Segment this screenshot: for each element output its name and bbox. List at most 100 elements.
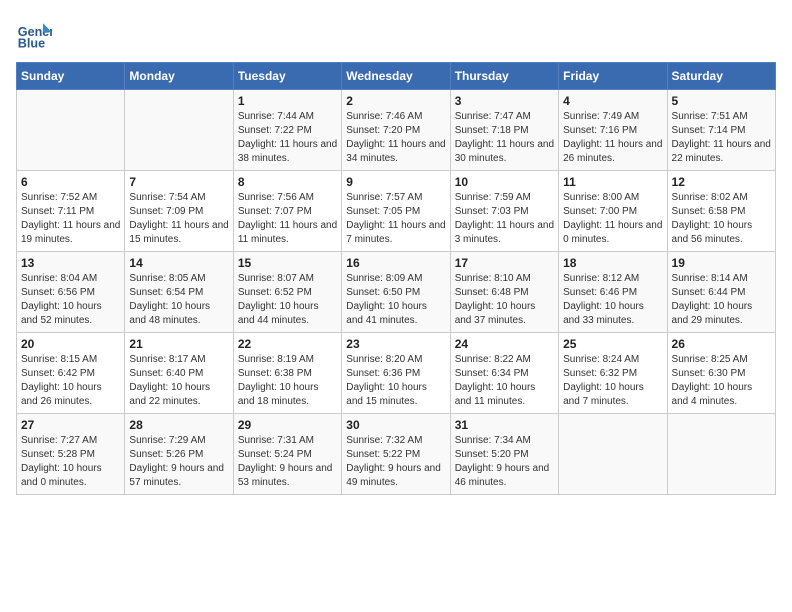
day-number: 24 <box>455 337 554 351</box>
calendar-week-3: 13Sunrise: 8:04 AM Sunset: 6:56 PM Dayli… <box>17 252 776 333</box>
day-number: 5 <box>672 94 771 108</box>
calendar-cell <box>17 90 125 171</box>
day-info: Sunrise: 8:07 AM Sunset: 6:52 PM Dayligh… <box>238 272 337 328</box>
weekday-header-wednesday: Wednesday <box>342 63 450 90</box>
logo: General Blue <box>16 16 52 52</box>
day-info: Sunrise: 8:00 AM Sunset: 7:00 PM Dayligh… <box>563 191 662 247</box>
weekday-header-friday: Friday <box>559 63 667 90</box>
day-info: Sunrise: 8:22 AM Sunset: 6:34 PM Dayligh… <box>455 353 554 409</box>
day-number: 26 <box>672 337 771 351</box>
calendar-week-1: 1 Sunrise: 7:44 AM Sunset: 7:22 PM Daylig… <box>17 90 776 171</box>
day-number: 2 <box>346 94 445 108</box>
calendar-cell: 9 Sunrise: 7:57 AM Sunset: 7:05 PM Daylig… <box>342 171 450 252</box>
day-info: Sunrise: 7:46 AM Sunset: 7:20 PM Dayligh… <box>346 110 445 166</box>
day-info: Sunrise: 8:25 AM Sunset: 6:30 PM Dayligh… <box>672 353 771 409</box>
day-number: 15 <box>238 256 337 270</box>
day-number: 29 <box>238 418 337 432</box>
calendar-cell: 29 Sunrise: 7:31 AM Sunset: 5:24 PM Dayli… <box>233 414 341 495</box>
day-number: 7 <box>129 175 228 189</box>
calendar-week-4: 20Sunrise: 8:15 AM Sunset: 6:42 PM Dayli… <box>17 333 776 414</box>
calendar-cell: 23Sunrise: 8:20 AM Sunset: 6:36 PM Dayli… <box>342 333 450 414</box>
day-info: Sunrise: 7:32 AM Sunset: 5:22 PM Dayligh… <box>346 434 445 490</box>
weekday-header-tuesday: Tuesday <box>233 63 341 90</box>
day-info: Sunrise: 8:10 AM Sunset: 6:48 PM Dayligh… <box>455 272 554 328</box>
calendar-cell: 4 Sunrise: 7:49 AM Sunset: 7:16 PM Daylig… <box>559 90 667 171</box>
day-number: 6 <box>21 175 120 189</box>
logo-icon: General Blue <box>16 16 52 52</box>
day-number: 31 <box>455 418 554 432</box>
calendar-cell: 27 Sunrise: 7:27 AM Sunset: 5:28 PM Dayli… <box>17 414 125 495</box>
calendar-cell <box>559 414 667 495</box>
day-number: 1 <box>238 94 337 108</box>
calendar-cell: 10 Sunrise: 7:59 AM Sunset: 7:03 PM Dayli… <box>450 171 558 252</box>
weekday-header-saturday: Saturday <box>667 63 775 90</box>
calendar-cell: 11 Sunrise: 8:00 AM Sunset: 7:00 PM Dayli… <box>559 171 667 252</box>
day-info: Sunrise: 8:17 AM Sunset: 6:40 PM Dayligh… <box>129 353 228 409</box>
day-number: 4 <box>563 94 662 108</box>
day-number: 12 <box>672 175 771 189</box>
calendar-cell: 13Sunrise: 8:04 AM Sunset: 6:56 PM Dayli… <box>17 252 125 333</box>
day-number: 21 <box>129 337 228 351</box>
calendar-week-2: 6 Sunrise: 7:52 AM Sunset: 7:11 PM Daylig… <box>17 171 776 252</box>
calendar-cell: 19 Sunrise: 8:14 AM Sunset: 6:44 PM Dayli… <box>667 252 775 333</box>
day-info: Sunrise: 7:49 AM Sunset: 7:16 PM Dayligh… <box>563 110 662 166</box>
calendar-cell: 25Sunrise: 8:24 AM Sunset: 6:32 PM Dayli… <box>559 333 667 414</box>
day-info: Sunrise: 7:34 AM Sunset: 5:20 PM Dayligh… <box>455 434 554 490</box>
calendar-cell: 14 Sunrise: 8:05 AM Sunset: 6:54 PM Dayli… <box>125 252 233 333</box>
calendar-cell: 18Sunrise: 8:12 AM Sunset: 6:46 PM Dayli… <box>559 252 667 333</box>
calendar-cell: 17 Sunrise: 8:10 AM Sunset: 6:48 PM Dayli… <box>450 252 558 333</box>
calendar-table: SundayMondayTuesdayWednesdayThursdayFrid… <box>16 62 776 495</box>
calendar-cell: 3Sunrise: 7:47 AM Sunset: 7:18 PM Daylig… <box>450 90 558 171</box>
day-number: 30 <box>346 418 445 432</box>
calendar-cell: 2 Sunrise: 7:46 AM Sunset: 7:20 PM Daylig… <box>342 90 450 171</box>
calendar-cell: 15 Sunrise: 8:07 AM Sunset: 6:52 PM Dayli… <box>233 252 341 333</box>
day-info: Sunrise: 8:09 AM Sunset: 6:50 PM Dayligh… <box>346 272 445 328</box>
calendar-cell: 7 Sunrise: 7:54 AM Sunset: 7:09 PM Daylig… <box>125 171 233 252</box>
calendar-cell: 31 Sunrise: 7:34 AM Sunset: 5:20 PM Dayli… <box>450 414 558 495</box>
calendar-cell <box>125 90 233 171</box>
day-number: 10 <box>455 175 554 189</box>
day-info: Sunrise: 7:31 AM Sunset: 5:24 PM Dayligh… <box>238 434 337 490</box>
calendar-cell: 30 Sunrise: 7:32 AM Sunset: 5:22 PM Dayli… <box>342 414 450 495</box>
day-info: Sunrise: 8:02 AM Sunset: 6:58 PM Dayligh… <box>672 191 771 247</box>
day-info: Sunrise: 7:29 AM Sunset: 5:26 PM Dayligh… <box>129 434 228 490</box>
day-number: 28 <box>129 418 228 432</box>
calendar-header: SundayMondayTuesdayWednesdayThursdayFrid… <box>17 63 776 90</box>
weekday-header-thursday: Thursday <box>450 63 558 90</box>
day-number: 20 <box>21 337 120 351</box>
day-number: 17 <box>455 256 554 270</box>
day-number: 19 <box>672 256 771 270</box>
day-info: Sunrise: 7:27 AM Sunset: 5:28 PM Dayligh… <box>21 434 120 490</box>
calendar-cell: 20Sunrise: 8:15 AM Sunset: 6:42 PM Dayli… <box>17 333 125 414</box>
day-info: Sunrise: 7:44 AM Sunset: 7:22 PM Dayligh… <box>238 110 337 166</box>
day-number: 11 <box>563 175 662 189</box>
calendar-cell: 8 Sunrise: 7:56 AM Sunset: 7:07 PM Daylig… <box>233 171 341 252</box>
day-info: Sunrise: 7:52 AM Sunset: 7:11 PM Dayligh… <box>21 191 120 247</box>
day-number: 16 <box>346 256 445 270</box>
day-info: Sunrise: 7:57 AM Sunset: 7:05 PM Dayligh… <box>346 191 445 247</box>
day-number: 8 <box>238 175 337 189</box>
day-info: Sunrise: 7:56 AM Sunset: 7:07 PM Dayligh… <box>238 191 337 247</box>
calendar-cell: 24 Sunrise: 8:22 AM Sunset: 6:34 PM Dayli… <box>450 333 558 414</box>
weekday-row: SundayMondayTuesdayWednesdayThursdayFrid… <box>17 63 776 90</box>
calendar-cell: 5Sunrise: 7:51 AM Sunset: 7:14 PM Daylig… <box>667 90 775 171</box>
calendar-cell: 1 Sunrise: 7:44 AM Sunset: 7:22 PM Daylig… <box>233 90 341 171</box>
day-info: Sunrise: 7:59 AM Sunset: 7:03 PM Dayligh… <box>455 191 554 247</box>
day-info: Sunrise: 7:54 AM Sunset: 7:09 PM Dayligh… <box>129 191 228 247</box>
calendar-cell: 28 Sunrise: 7:29 AM Sunset: 5:26 PM Dayli… <box>125 414 233 495</box>
day-info: Sunrise: 7:47 AM Sunset: 7:18 PM Dayligh… <box>455 110 554 166</box>
day-info: Sunrise: 8:05 AM Sunset: 6:54 PM Dayligh… <box>129 272 228 328</box>
day-number: 18 <box>563 256 662 270</box>
day-number: 13 <box>21 256 120 270</box>
day-number: 9 <box>346 175 445 189</box>
calendar-cell: 6 Sunrise: 7:52 AM Sunset: 7:11 PM Daylig… <box>17 171 125 252</box>
svg-text:Blue: Blue <box>18 37 45 51</box>
day-info: Sunrise: 8:20 AM Sunset: 6:36 PM Dayligh… <box>346 353 445 409</box>
day-number: 14 <box>129 256 228 270</box>
weekday-header-sunday: Sunday <box>17 63 125 90</box>
day-number: 27 <box>21 418 120 432</box>
day-info: Sunrise: 8:14 AM Sunset: 6:44 PM Dayligh… <box>672 272 771 328</box>
day-number: 22 <box>238 337 337 351</box>
day-number: 25 <box>563 337 662 351</box>
calendar-cell: 21 Sunrise: 8:17 AM Sunset: 6:40 PM Dayli… <box>125 333 233 414</box>
